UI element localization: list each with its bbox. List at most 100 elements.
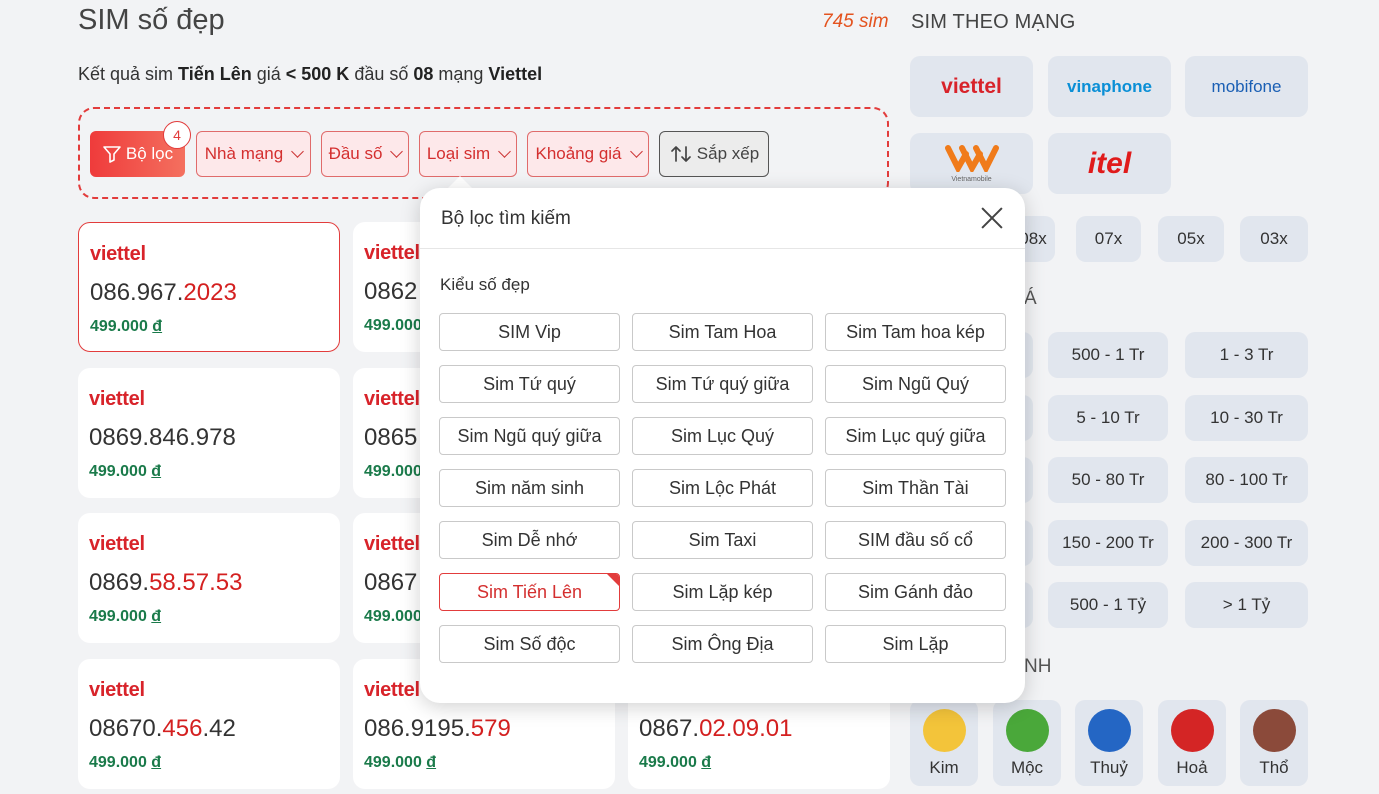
filter-button-label: Bộ lọc bbox=[125, 144, 174, 163]
network-mobifone[interactable]: mobifone bbox=[1185, 56, 1308, 117]
element-thuy[interactable]: Thuỷ bbox=[1075, 700, 1143, 786]
network-dropdown[interactable]: Nhà mạng bbox=[196, 131, 311, 177]
sim-type-option[interactable]: SIM Vip bbox=[439, 313, 620, 351]
element-label: Thổ bbox=[1259, 758, 1289, 777]
sim-type-option[interactable]: Sim Ngũ quý giữa bbox=[439, 417, 620, 455]
sim-price: 499.000 đ bbox=[639, 754, 712, 771]
sim-type-option[interactable]: SIM đầu số cổ bbox=[825, 521, 1006, 559]
sim-type-option[interactable]: Sim Số độc bbox=[439, 625, 620, 663]
element-hoa[interactable]: Hoả bbox=[1158, 700, 1226, 786]
sim-number: 086.9195.579 bbox=[364, 715, 511, 742]
close-icon[interactable] bbox=[978, 204, 1006, 232]
price-chip[interactable]: 50 - 80 Tr bbox=[1048, 457, 1168, 503]
sim-number: 0865 bbox=[364, 424, 418, 451]
price-chip[interactable]: 80 - 100 Tr bbox=[1185, 457, 1308, 503]
network-vietnamobile[interactable]: Vietnamobile bbox=[910, 133, 1033, 194]
viettel-logo: viettel bbox=[364, 242, 420, 264]
viettel-logo: viettel bbox=[89, 533, 145, 555]
sim-type-option[interactable]: Sim Taxi bbox=[632, 521, 813, 559]
sort-icon bbox=[670, 146, 691, 162]
filter-icon bbox=[103, 146, 121, 163]
sim-card[interactable]: viettel 0869.58.57.53 499.000 đ bbox=[78, 513, 340, 643]
sim-number: 086.967.2023 bbox=[90, 279, 237, 306]
chevron-down-icon bbox=[629, 145, 643, 158]
price-range-dropdown-label: Khoảng giá bbox=[535, 144, 622, 163]
sim-type-option[interactable]: Sim Lục Quý bbox=[632, 417, 813, 455]
vietnamobile-logo-icon bbox=[944, 145, 999, 172]
price-chip[interactable]: 200 - 300 Tr bbox=[1185, 520, 1308, 566]
sim-number: 0862 bbox=[364, 278, 418, 305]
viettel-logo: viettel bbox=[364, 533, 420, 555]
element-label: Kim bbox=[929, 758, 959, 777]
sim-type-option[interactable]: Sim Ngũ Quý bbox=[825, 365, 1006, 403]
sim-number: 0869.58.57.53 bbox=[89, 569, 243, 596]
chevron-down-icon bbox=[291, 145, 305, 158]
element-kim[interactable]: Kim bbox=[910, 700, 978, 786]
sim-card[interactable]: viettel 08670.456.42 499.000 đ bbox=[78, 659, 340, 789]
network-itel[interactable]: itel bbox=[1048, 133, 1171, 194]
sim-type-dropdown-label: Loại sim bbox=[426, 144, 491, 163]
network-section-title: SIM THEO MẠNG bbox=[911, 11, 1076, 33]
price-chip[interactable]: 10 - 30 Tr bbox=[1185, 395, 1308, 441]
tho-icon bbox=[1253, 709, 1296, 752]
price-chip[interactable]: 1 - 3 Tr bbox=[1185, 332, 1308, 378]
element-tho[interactable]: Thổ bbox=[1240, 700, 1308, 786]
chevron-down-icon bbox=[390, 145, 404, 158]
sim-type-option[interactable]: Sim Thần Tài bbox=[825, 469, 1006, 507]
sim-type-option[interactable]: Sim Lộc Phát bbox=[632, 469, 813, 507]
sort-button[interactable]: Sắp xếp bbox=[659, 131, 769, 177]
sim-type-option[interactable]: Sim Tam hoa kép bbox=[825, 313, 1006, 351]
sim-type-option[interactable]: Sim Lục quý giữa bbox=[825, 417, 1006, 455]
sim-type-option[interactable]: Sim Tứ quý giữa bbox=[632, 365, 813, 403]
sim-number: 08670.456.42 bbox=[89, 715, 236, 742]
price-chip[interactable]: 5 - 10 Tr bbox=[1048, 395, 1168, 441]
price-chip[interactable]: > 1 Tỷ bbox=[1185, 582, 1308, 628]
element-label: Mộc bbox=[1010, 758, 1044, 777]
sim-type-option[interactable]: Sim Ông Địa bbox=[632, 625, 813, 663]
price-range-dropdown[interactable]: Khoảng giá bbox=[527, 131, 649, 177]
element-label: Thuỷ bbox=[1090, 758, 1128, 777]
sim-number: 0867.02.09.01 bbox=[639, 715, 793, 742]
sim-type-option-selected[interactable]: Sim Tiến Lên bbox=[439, 573, 620, 611]
sim-type-option[interactable]: Sim Lặp kép bbox=[632, 573, 813, 611]
sim-type-option[interactable]: Sim Dễ nhớ bbox=[439, 521, 620, 559]
network-vinaphone[interactable]: vinaphone bbox=[1048, 56, 1171, 117]
chevron-down-icon bbox=[498, 145, 512, 158]
element-section-title: NH bbox=[1024, 656, 1052, 677]
sim-number: 0867 bbox=[364, 569, 418, 596]
sim-price: 499.000 đ bbox=[364, 754, 437, 771]
sim-type-option[interactable]: Sim năm sinh bbox=[439, 469, 620, 507]
prefix-chip[interactable]: 07x bbox=[1076, 216, 1141, 262]
filter-count-badge: 4 bbox=[163, 121, 191, 149]
result-summary: Kết quả sim Tiến Lên giá < 500 K đầu số … bbox=[78, 64, 543, 84]
viettel-logo: viettel bbox=[90, 243, 146, 265]
sim-card[interactable]: viettel 0869.846.978 499.000 đ bbox=[78, 368, 340, 498]
price-chip[interactable]: 150 - 200 Tr bbox=[1048, 520, 1168, 566]
popup-section-title: Kiểu số đẹp bbox=[440, 275, 530, 294]
prefix-chip[interactable]: 03x bbox=[1240, 216, 1308, 262]
sim-type-option[interactable]: Sim Tam Hoa bbox=[632, 313, 813, 351]
sim-type-dropdown[interactable]: Loại sim bbox=[419, 131, 517, 177]
vietnamobile-label: Vietnamobile bbox=[951, 176, 992, 183]
price-chip[interactable]: 500 - 1 Tr bbox=[1048, 332, 1168, 378]
viettel-logo: viettel bbox=[89, 388, 145, 410]
popup-title: Bộ lọc tìm kiếm bbox=[441, 208, 571, 229]
sim-price: 499.000 đ bbox=[89, 754, 162, 771]
price-chip[interactable]: 500 - 1 Tỷ bbox=[1048, 582, 1168, 628]
sim-price: 499.000 đ bbox=[90, 318, 163, 335]
element-moc[interactable]: Mộc bbox=[993, 700, 1061, 786]
element-label: Hoả bbox=[1176, 758, 1208, 777]
sim-type-option[interactable]: Sim Lặp bbox=[825, 625, 1006, 663]
hoa-icon bbox=[1171, 709, 1214, 752]
network-viettel[interactable]: viettel bbox=[910, 56, 1033, 117]
prefix-chip[interactable]: 05x bbox=[1158, 216, 1224, 262]
popup-divider bbox=[420, 248, 1025, 249]
sim-price: 499.000 đ bbox=[89, 463, 162, 480]
sim-type-option[interactable]: Sim Tứ quý bbox=[439, 365, 620, 403]
sim-count: 745 sim bbox=[822, 11, 889, 32]
prefix-dropdown[interactable]: Đầu số bbox=[321, 131, 409, 177]
sim-type-option[interactable]: Sim Gánh đảo bbox=[825, 573, 1006, 611]
viettel-logo: viettel bbox=[89, 679, 145, 701]
price-section-title: Á bbox=[1024, 288, 1037, 309]
sim-card[interactable]: viettel 086.967.2023 499.000 đ bbox=[78, 222, 340, 352]
